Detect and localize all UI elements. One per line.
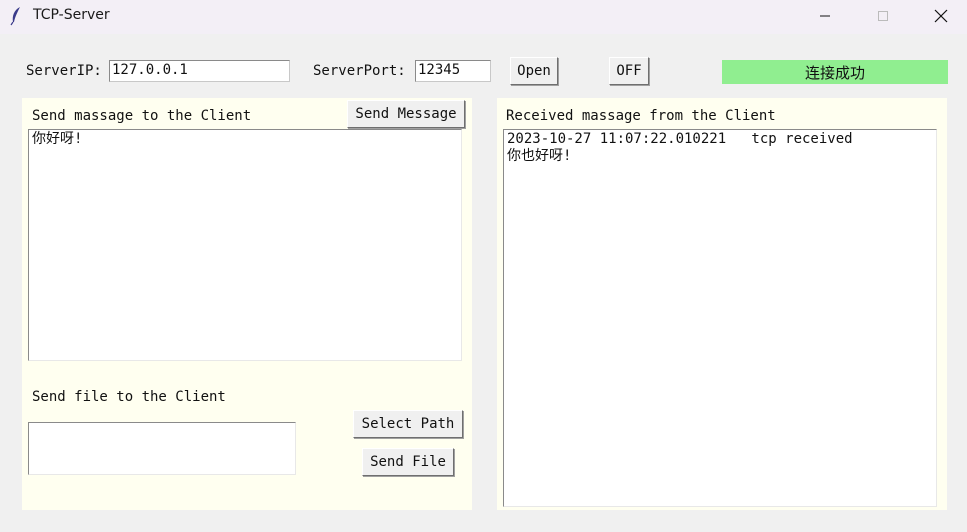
received-message-label: Received massage from the Client: [506, 108, 776, 124]
select-path-button[interactable]: Select Path: [353, 410, 463, 438]
feather-icon: [8, 6, 24, 26]
server-port-input[interactable]: 12345: [415, 60, 491, 82]
server-ip-input[interactable]: 127.0.0.1: [109, 60, 290, 82]
status-badge: 连接成功: [722, 60, 948, 84]
off-button[interactable]: OFF: [609, 57, 649, 85]
maximize-icon[interactable]: [860, 0, 906, 32]
file-path-textarea[interactable]: [28, 422, 296, 475]
server-port-label: ServerPort:: [313, 63, 406, 79]
window-title: TCP-Server: [33, 7, 110, 23]
received-log-textarea[interactable]: 2023-10-27 11:07:22.010221 tcp received …: [503, 129, 937, 507]
message-textarea[interactable]: 你好呀!: [28, 129, 462, 361]
server-ip-label: ServerIP:: [26, 63, 102, 79]
send-file-button[interactable]: Send File: [362, 448, 454, 476]
minimize-icon[interactable]: [802, 0, 848, 32]
close-icon[interactable]: [918, 0, 964, 32]
send-message-button[interactable]: Send Message: [347, 100, 465, 128]
title-bar: TCP-Server: [0, 0, 967, 34]
send-file-label: Send file to the Client: [32, 389, 226, 405]
open-button[interactable]: Open: [510, 57, 558, 85]
send-message-label: Send massage to the Client: [32, 108, 252, 124]
